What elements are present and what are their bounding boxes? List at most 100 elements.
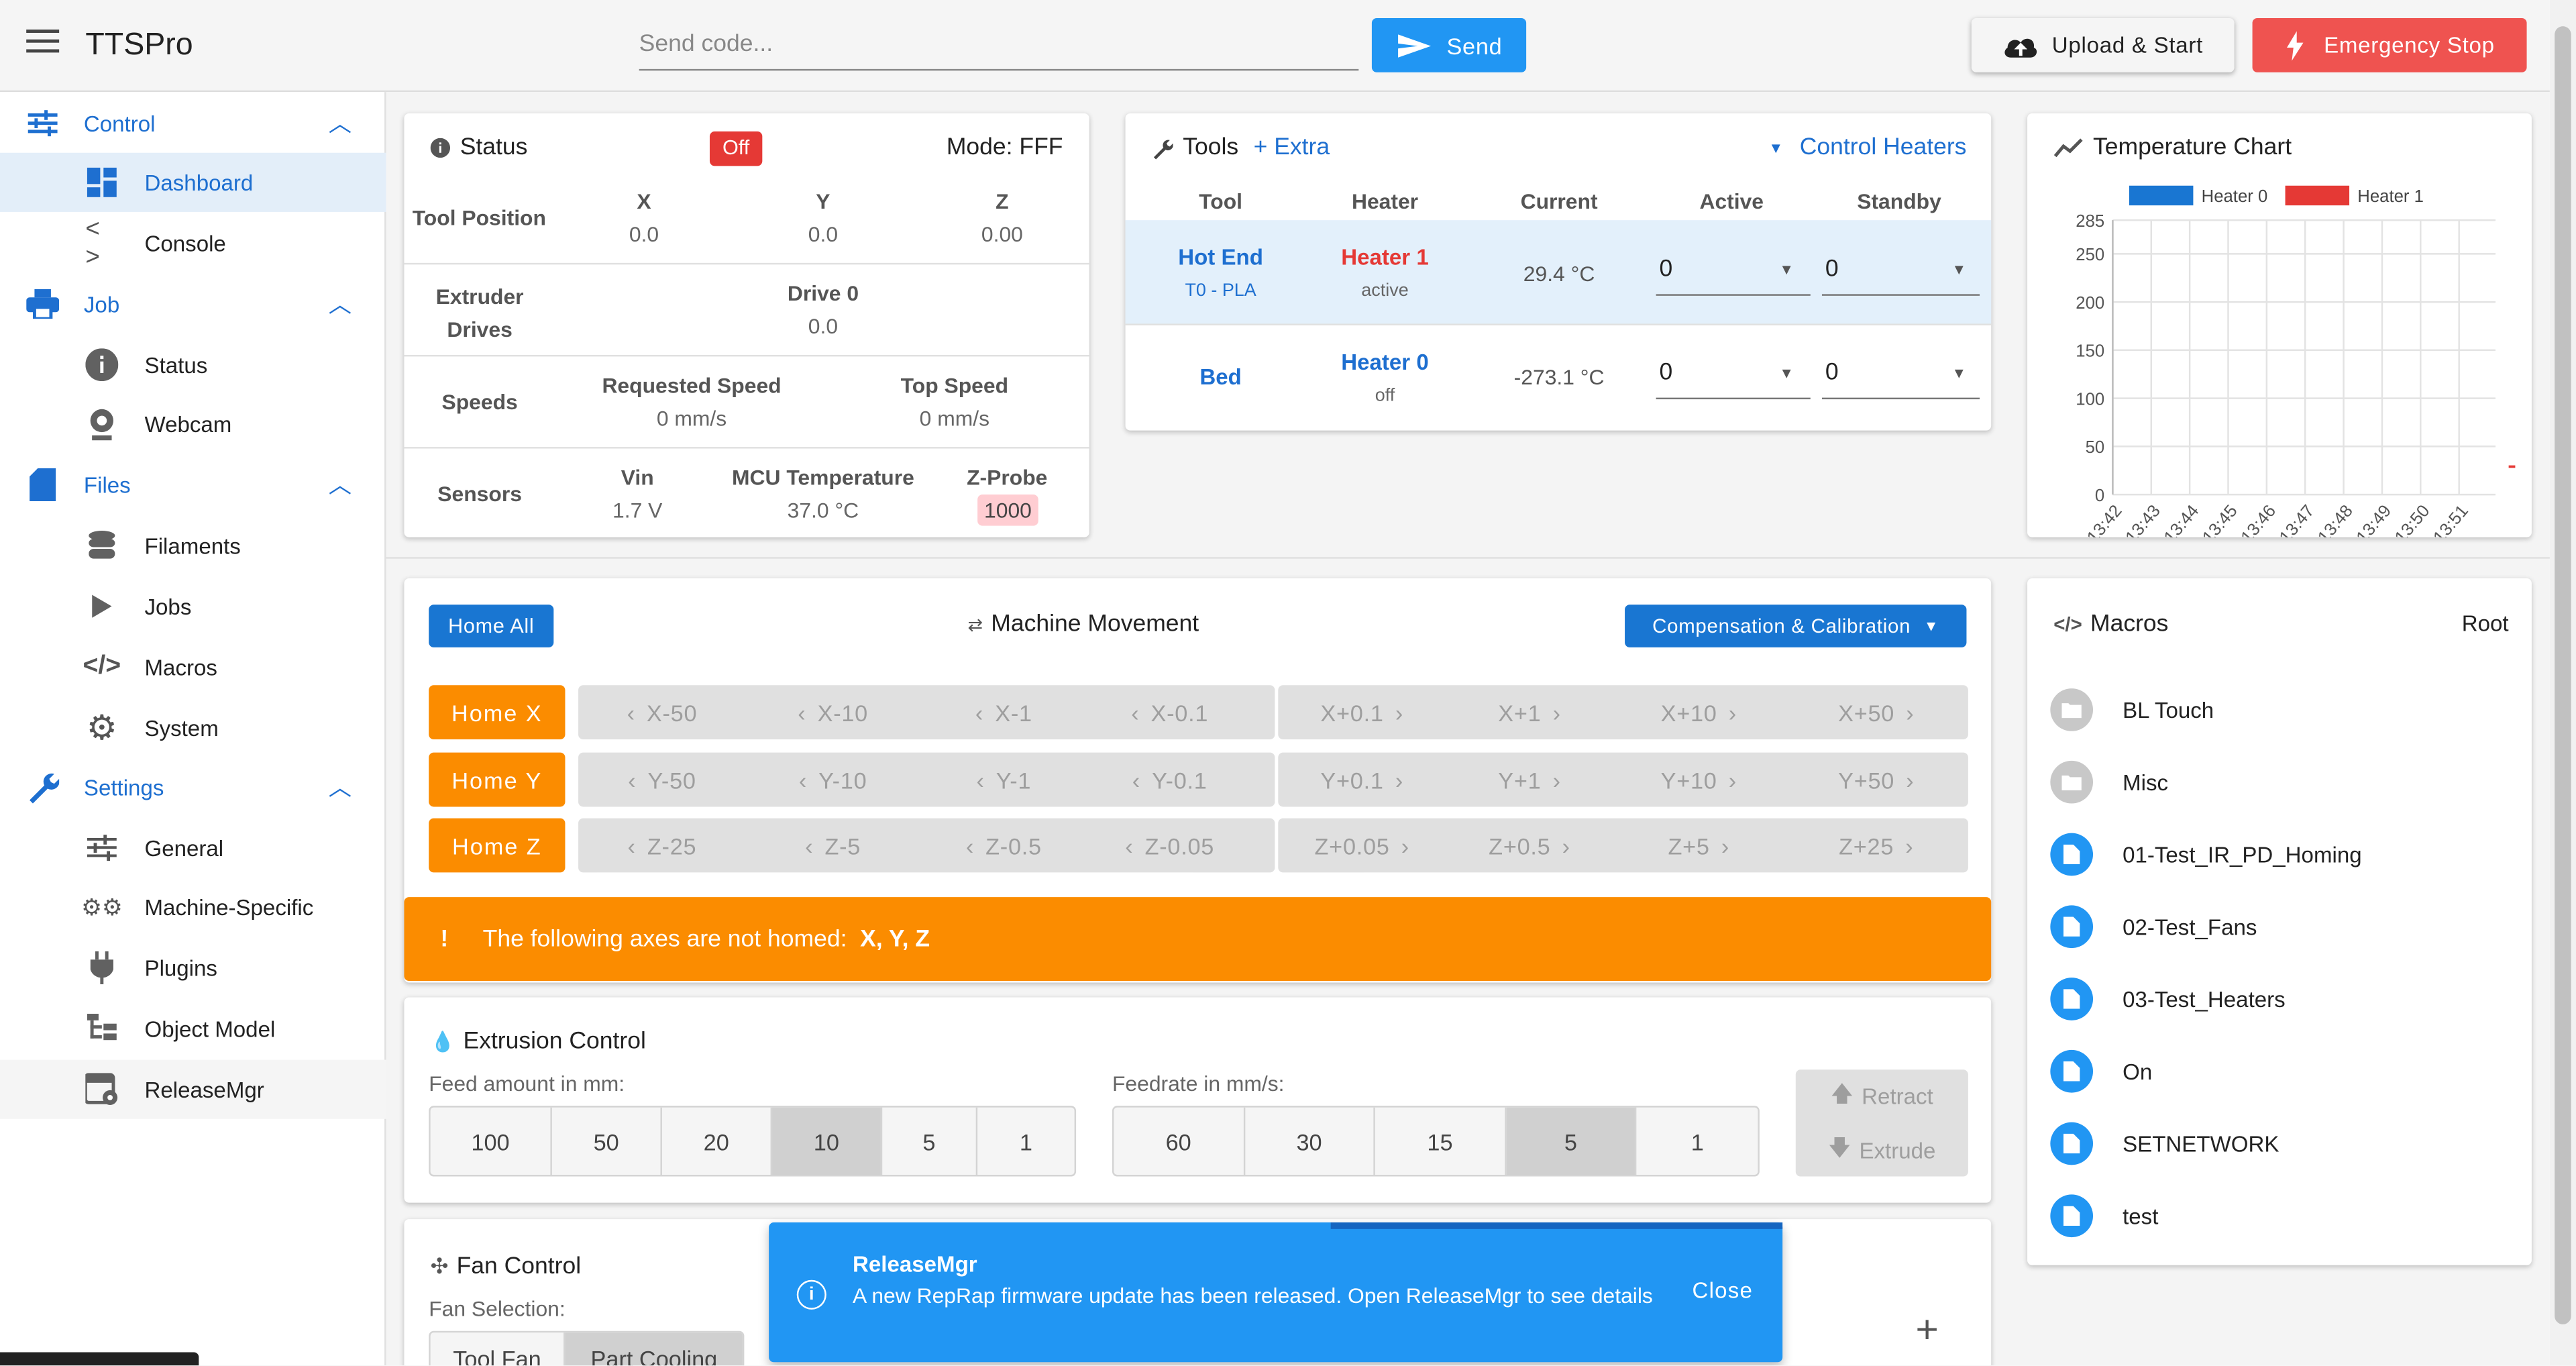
- webcam-icon: [85, 407, 118, 441]
- nav-group-control[interactable]: Control ︿: [0, 94, 386, 153]
- macro-item[interactable]: On: [2050, 1035, 2152, 1108]
- active-temp-select[interactable]: 0: [1659, 256, 1790, 282]
- jog-minus-button[interactable]: ‹ Z-0.05: [1087, 819, 1252, 873]
- jog-minus-button[interactable]: ‹ Y-0.1: [1087, 753, 1252, 807]
- jog-minus-button[interactable]: ‹ Z-25: [578, 819, 746, 873]
- jog-minus-button[interactable]: ‹ Z-5: [746, 819, 920, 873]
- heater-name[interactable]: Heater 0: [1303, 350, 1467, 375]
- nav-group-files[interactable]: Files ︿: [0, 455, 386, 514]
- tool-row-bed[interactable]: Bed Heater 0 off -273.1 °C 0 ▼ 0 ▼: [1126, 325, 1992, 431]
- sidebar-item-general[interactable]: General: [0, 819, 386, 878]
- sidebar-item-macros[interactable]: </> Macros: [0, 637, 386, 696]
- sidebar-item-plugins[interactable]: Plugins: [0, 938, 386, 997]
- jog-plus-button[interactable]: Z+0.5 ›: [1446, 819, 1613, 873]
- macro-item[interactable]: Misc: [2050, 746, 2168, 819]
- macros-root-breadcrumb[interactable]: Root: [2462, 611, 2509, 636]
- upload-start-button[interactable]: Upload & Start: [1971, 17, 2235, 72]
- retract-button[interactable]: 🡅 Retract: [1796, 1069, 1968, 1122]
- code-input[interactable]: Send code...: [639, 32, 1359, 71]
- jog-minus-button[interactable]: ‹ Y-1: [920, 753, 1087, 807]
- sidebar-item-machine-specific[interactable]: ⚙⚙ Machine-Specific: [0, 878, 386, 937]
- home-axis-button[interactable]: Home Y: [429, 752, 566, 807]
- feed-amount-option[interactable]: 5: [882, 1107, 978, 1175]
- sidebar-item-webcam[interactable]: Webcam: [0, 395, 386, 454]
- home-axis-button[interactable]: Home X: [429, 685, 566, 740]
- jog-plus-button[interactable]: Z+0.05 ›: [1278, 819, 1446, 873]
- file-icon: [2050, 905, 2094, 949]
- feed-amount-option[interactable]: 10: [772, 1107, 883, 1175]
- emergency-stop-button[interactable]: Emergency Stop: [2252, 17, 2527, 72]
- scrollbar-thumb[interactable]: [2555, 26, 2571, 1324]
- plus-icon[interactable]: +: [1916, 1308, 1939, 1354]
- macro-item[interactable]: BL Touch: [2050, 674, 2214, 746]
- fan-option-part-cooling[interactable]: Part Cooling: [565, 1332, 743, 1366]
- sidebar-item-object-model[interactable]: Object Model: [0, 999, 386, 1058]
- home-all-button[interactable]: Home All: [429, 605, 554, 647]
- sidebar-item-console[interactable]: < > Console: [0, 213, 386, 272]
- menu-icon[interactable]: [26, 30, 60, 56]
- jog-plus-button[interactable]: Y+0.1 ›: [1278, 753, 1446, 807]
- tool-name[interactable]: Bed: [1155, 365, 1287, 390]
- sidebar-item-status[interactable]: Status: [0, 335, 386, 395]
- feed-amount-option[interactable]: 50: [552, 1107, 662, 1175]
- macro-item[interactable]: 03-Test_Heaters: [2050, 963, 2286, 1035]
- jog-plus-button[interactable]: X+0.1 ›: [1278, 685, 1446, 739]
- tool-name[interactable]: Hot End: [1155, 245, 1287, 270]
- legend-swatch[interactable]: [2285, 185, 2350, 206]
- feedrate-option[interactable]: 15: [1375, 1107, 1507, 1175]
- standby-temp-select[interactable]: 0: [1825, 256, 1957, 282]
- sidebar-item-filaments[interactable]: Filaments: [0, 516, 386, 575]
- nav-group-job[interactable]: Job ︿: [0, 274, 386, 333]
- legend-label[interactable]: Heater 1: [2357, 187, 2424, 206]
- macro-item[interactable]: SETNETWORK: [2050, 1108, 2279, 1180]
- jog-plus-button[interactable]: X+10 ›: [1613, 685, 1784, 739]
- jog-minus-button[interactable]: ‹ X-10: [746, 685, 920, 739]
- macro-item[interactable]: 01-Test_IR_PD_Homing: [2050, 819, 2362, 891]
- row-divider: [404, 354, 1089, 357]
- jog-minus-button[interactable]: ‹ X-0.1: [1087, 685, 1252, 739]
- send-button[interactable]: Send: [1371, 17, 1527, 72]
- feed-amount-option[interactable]: 100: [431, 1107, 552, 1175]
- page-scrollbar[interactable]: [2549, 0, 2576, 1366]
- standby-temp-select[interactable]: 0: [1825, 360, 1957, 386]
- sidebar-item-system[interactable]: ⚙ System: [0, 698, 386, 757]
- jog-minus-button[interactable]: ‹ Y-10: [746, 753, 920, 807]
- sidebar-item-jobs[interactable]: Jobs: [0, 577, 386, 636]
- extra-button[interactable]: + Extra: [1254, 135, 1330, 161]
- legend-label[interactable]: Heater 0: [2202, 187, 2268, 206]
- jog-minus-button[interactable]: ‹ X-1: [920, 685, 1087, 739]
- fan-option-tool-fan[interactable]: Tool Fan: [431, 1332, 566, 1366]
- control-heaters-button[interactable]: ▼ Control Heaters: [1768, 135, 1966, 161]
- macro-item[interactable]: test: [2050, 1179, 2158, 1252]
- legend-swatch[interactable]: [2129, 185, 2194, 206]
- sidebar-item-releasemgr[interactable]: ReleaseMgr: [0, 1059, 386, 1119]
- jog-plus-button[interactable]: Y+10 ›: [1613, 753, 1784, 807]
- compensation-calibration-button[interactable]: Compensation & Calibration ▼: [1625, 605, 1967, 647]
- jog-minus-button[interactable]: ‹ Y-50: [578, 753, 746, 807]
- jog-plus-button[interactable]: X+50 ›: [1784, 685, 1968, 739]
- feedrate-option[interactable]: 30: [1244, 1107, 1376, 1175]
- jog-plus-button[interactable]: Y+1 ›: [1446, 753, 1613, 807]
- nav-group-settings[interactable]: Settings ︿: [0, 757, 386, 817]
- feedrate-option[interactable]: 5: [1506, 1107, 1638, 1175]
- sidebar-item-dashboard[interactable]: Dashboard: [0, 152, 386, 212]
- tool-row-hotend[interactable]: Hot End T0 - PLA Heater 1 active 29.4 °C…: [1125, 220, 1992, 324]
- feed-amount-option[interactable]: 1: [977, 1108, 1074, 1175]
- macro-item[interactable]: 02-Test_Fans: [2050, 890, 2257, 963]
- app-window: TTSPro Send code... Send Upload & Start …: [0, 0, 2576, 1366]
- feedrate-option[interactable]: 60: [1114, 1107, 1245, 1175]
- jog-plus-button[interactable]: X+1 ›: [1446, 685, 1613, 739]
- toast-close-button[interactable]: Close: [1692, 1278, 1753, 1303]
- extrusion-title-label: Extrusion Control: [463, 1029, 646, 1055]
- extrude-button[interactable]: 🡇 Extrude: [1796, 1124, 1968, 1176]
- active-temp-select[interactable]: 0: [1659, 360, 1790, 386]
- jog-plus-button[interactable]: Z+5 ›: [1613, 819, 1784, 873]
- home-axis-button[interactable]: Home Z: [429, 818, 566, 873]
- heater-name[interactable]: Heater 1: [1303, 245, 1467, 270]
- feedrate-option[interactable]: 1: [1637, 1108, 1758, 1175]
- feed-amount-option[interactable]: 20: [662, 1107, 773, 1175]
- jog-plus-button[interactable]: Z+25 ›: [1784, 819, 1968, 873]
- jog-plus-button[interactable]: Y+50 ›: [1784, 753, 1968, 807]
- jog-minus-button[interactable]: ‹ Z-0.5: [920, 819, 1087, 873]
- jog-minus-button[interactable]: ‹ X-50: [578, 685, 746, 739]
